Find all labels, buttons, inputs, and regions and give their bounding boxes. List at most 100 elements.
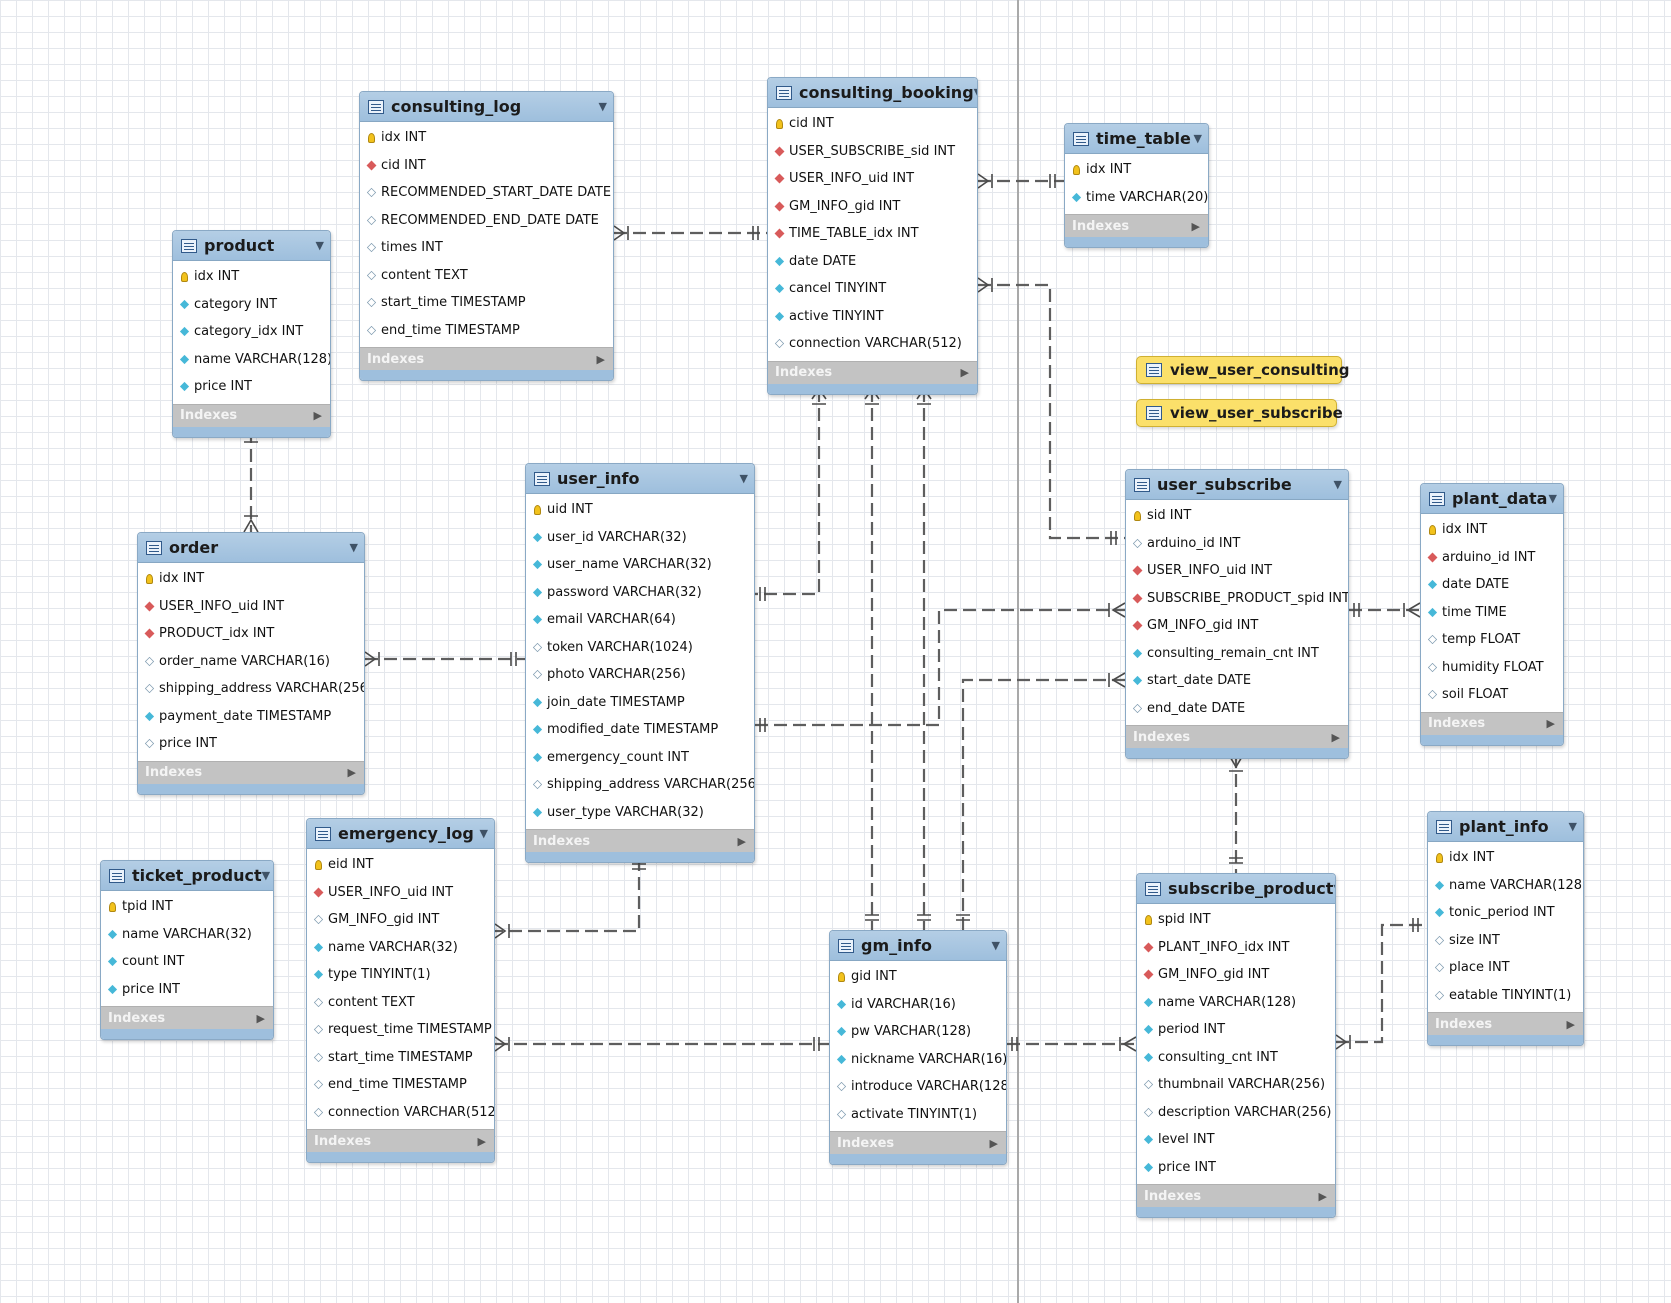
column-row[interactable]: pw VARCHAR(128): [830, 1018, 1006, 1046]
chevron-down-icon[interactable]: ▼: [480, 827, 488, 840]
expand-arrow-icon[interactable]: ▶: [1192, 220, 1200, 233]
table-header[interactable]: consulting_log ▼: [360, 92, 613, 122]
expand-arrow-icon[interactable]: ▶: [990, 1137, 998, 1150]
column-row[interactable]: user_type VARCHAR(32): [526, 799, 754, 827]
column-row[interactable]: emergency_count INT: [526, 744, 754, 772]
column-row[interactable]: uid INT: [526, 496, 754, 524]
column-row[interactable]: category INT: [173, 291, 330, 319]
table-header[interactable]: plant_info ▼: [1428, 812, 1583, 842]
column-row[interactable]: thumbnail VARCHAR(256): [1137, 1071, 1335, 1099]
table-header[interactable]: emergency_log ▼: [307, 819, 494, 849]
table-consulting-log[interactable]: consulting_log ▼ idx INT cid INT RECOMMENDED…: [359, 91, 614, 381]
expand-arrow-icon[interactable]: ▶: [597, 353, 605, 366]
column-row[interactable]: order_name VARCHAR(16): [138, 648, 364, 676]
column-row[interactable]: content TEXT: [360, 262, 613, 290]
column-row[interactable]: activate TINYINT(1): [830, 1101, 1006, 1129]
expand-arrow-icon[interactable]: ▶: [257, 1012, 265, 1025]
table-time-table[interactable]: time_table ▼ idx INT time VARCHAR(20) Indexe…: [1064, 123, 1209, 248]
column-row[interactable]: email VARCHAR(64): [526, 606, 754, 634]
column-row[interactable]: USER_INFO_uid INT: [307, 879, 494, 907]
chevron-down-icon[interactable]: ▼: [316, 239, 324, 252]
view-view-user-consulting[interactable]: view_user_consulting: [1136, 356, 1349, 384]
table-header[interactable]: time_table ▼: [1065, 124, 1208, 154]
column-row[interactable]: GM_INFO_gid INT: [1126, 612, 1348, 640]
column-row[interactable]: count INT: [101, 948, 273, 976]
column-row[interactable]: cid INT: [360, 152, 613, 180]
column-row[interactable]: start_date DATE: [1126, 667, 1348, 695]
column-row[interactable]: cancel TINYINT: [768, 275, 977, 303]
column-row[interactable]: gid INT: [830, 963, 1006, 991]
column-row[interactable]: nickname VARCHAR(16): [830, 1046, 1006, 1074]
column-row[interactable]: idx INT: [173, 263, 330, 291]
column-row[interactable]: price INT: [138, 730, 364, 758]
table-header[interactable]: user_subscribe ▼: [1126, 470, 1348, 500]
column-row[interactable]: eatable TINYINT(1): [1428, 982, 1583, 1010]
indexes-section[interactable]: Indexes ▶: [1065, 214, 1208, 237]
column-row[interactable]: PRODUCT_idx INT: [138, 620, 364, 648]
indexes-section[interactable]: Indexes ▶: [307, 1129, 494, 1152]
column-row[interactable]: SUBSCRIBE_PRODUCT_spid INT: [1126, 585, 1348, 613]
indexes-section[interactable]: Indexes ▶: [173, 403, 330, 427]
indexes-section[interactable]: Indexes ▶: [360, 347, 613, 370]
column-row[interactable]: active TINYINT: [768, 303, 977, 331]
column-row[interactable]: tonic_period INT: [1428, 899, 1583, 927]
column-row[interactable]: content TEXT: [307, 989, 494, 1017]
column-row[interactable]: USER_INFO_uid INT: [138, 593, 364, 621]
column-row[interactable]: eid INT: [307, 851, 494, 879]
expand-arrow-icon[interactable]: ▶: [961, 366, 969, 379]
column-row[interactable]: introduce VARCHAR(128): [830, 1073, 1006, 1101]
column-row[interactable]: humidity FLOAT: [1421, 654, 1563, 682]
table-header[interactable]: product ▼: [173, 231, 330, 261]
column-row[interactable]: GM_INFO_gid INT: [307, 906, 494, 934]
column-row[interactable]: price INT: [173, 373, 330, 401]
indexes-section[interactable]: Indexes ▶: [526, 829, 754, 852]
chevron-down-icon[interactable]: ▼: [350, 541, 358, 554]
table-consulting-booking[interactable]: consulting_booking▼cid INTUSER_SUBSCRIBE…: [767, 77, 978, 395]
column-row[interactable]: time VARCHAR(20): [1065, 184, 1208, 212]
table-plant-data[interactable]: plant_data ▼ idx INT arduino_id INT date DAT…: [1420, 483, 1564, 746]
column-row[interactable]: consulting_cnt INT: [1137, 1044, 1335, 1072]
column-row[interactable]: GM_INFO_gid INT: [768, 193, 977, 221]
expand-arrow-icon[interactable]: ▶: [1332, 731, 1340, 744]
chevron-down-icon[interactable]: ▼: [740, 472, 748, 485]
expand-arrow-icon[interactable]: ▶: [1547, 717, 1555, 730]
column-row[interactable]: cid INT: [768, 110, 977, 138]
column-row[interactable]: shipping_address VARCHAR(256): [138, 675, 364, 703]
table-header[interactable]: user_info ▼: [526, 464, 754, 494]
chevron-down-icon[interactable]: ▼: [262, 869, 270, 882]
indexes-section[interactable]: Indexes ▶: [138, 760, 364, 784]
table-plant-info[interactable]: plant_info ▼ idx INT name VARCHAR(128) tonic…: [1427, 811, 1584, 1046]
table-gm-info[interactable]: gm_info ▼ gid INT id VARCHAR(16) pw VARCHAR(…: [829, 930, 1007, 1165]
column-row[interactable]: photo VARCHAR(256): [526, 661, 754, 689]
column-row[interactable]: join_date TIMESTAMP: [526, 689, 754, 717]
column-row[interactable]: idx INT: [1428, 844, 1583, 872]
eer-diagram-canvas[interactable]: consulting_log ▼ idx INT cid INT RECOMMENDED…: [0, 0, 1671, 1303]
column-row[interactable]: name VARCHAR(128): [1137, 989, 1335, 1017]
chevron-down-icon[interactable]: ▼: [1194, 132, 1202, 145]
indexes-section[interactable]: Indexes ▶: [768, 360, 977, 384]
column-row[interactable]: RECOMMENDED_START_DATE DATE: [360, 179, 613, 207]
column-row[interactable]: name VARCHAR(128): [1428, 872, 1583, 900]
expand-arrow-icon[interactable]: ▶: [314, 409, 322, 422]
column-row[interactable]: size INT: [1428, 927, 1583, 955]
column-row[interactable]: RECOMMENDED_END_DATE DATE: [360, 207, 613, 235]
column-row[interactable]: price INT: [101, 976, 273, 1004]
column-row[interactable]: TIME_TABLE_idx INT: [768, 220, 977, 248]
column-row[interactable]: token VARCHAR(1024): [526, 634, 754, 662]
column-row[interactable]: name VARCHAR(32): [101, 921, 273, 949]
column-row[interactable]: spid INT: [1137, 906, 1335, 934]
column-row[interactable]: GM_INFO_gid INT: [1137, 961, 1335, 989]
indexes-section[interactable]: Indexes ▶: [830, 1131, 1006, 1154]
chevron-down-icon[interactable]: ▼: [974, 86, 977, 99]
column-row[interactable]: times INT: [360, 234, 613, 262]
column-row[interactable]: PLANT_INFO_idx INT: [1137, 934, 1335, 962]
chevron-down-icon[interactable]: ▼: [599, 100, 607, 113]
column-row[interactable]: USER_INFO_uid INT: [1126, 557, 1348, 585]
expand-arrow-icon[interactable]: ▶: [1319, 1190, 1327, 1203]
column-row[interactable]: idx INT: [1421, 516, 1563, 544]
column-row[interactable]: description VARCHAR(256): [1137, 1099, 1335, 1127]
column-row[interactable]: USER_SUBSCRIBE_sid INT: [768, 138, 977, 166]
column-row[interactable]: level INT: [1137, 1126, 1335, 1154]
table-header[interactable]: gm_info ▼: [830, 931, 1006, 961]
table-header[interactable]: consulting_booking▼: [768, 78, 977, 108]
